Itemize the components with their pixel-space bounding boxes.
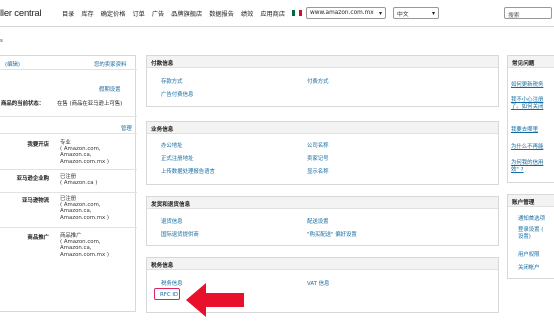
row-value-fba: 已注册 ( Amazon.com, Amazon.ca, Amazon.com.… xyxy=(60,196,109,221)
login-settings-link[interactable]: 登录设置 ( 设置) xyxy=(518,227,543,240)
return-info-link[interactable]: 退货信息 xyxy=(161,217,183,225)
account-management-title: 账户管理 xyxy=(508,195,554,207)
main-nav: 目录 库存 确定价格 订单 广告 品牌旗舰店 数据报告 绩效 应用商店 xyxy=(62,9,285,18)
chevron-down-icon: ▾ xyxy=(378,9,382,17)
nav-item-performance[interactable]: 绩效 xyxy=(241,9,253,18)
payment-info-panel: 付款信息 存款方式 付费方式 广告付费信息 xyxy=(146,55,499,107)
rfc-id-highlight xyxy=(154,288,180,300)
faq-link-why-not[interactable]: 为什么不再能 xyxy=(511,142,543,150)
shipping-returns-title: 发货和退货信息 xyxy=(147,197,498,209)
buy-shipping-preferences-link[interactable]: "购买配送" 偏好设置 xyxy=(307,230,357,238)
marketplace-select[interactable]: www.amazon.com.mx ▾ xyxy=(306,7,386,19)
faq-link-update-tax[interactable]: 如何更新税务 xyxy=(511,80,543,88)
breadcrumb: s xyxy=(0,38,3,44)
marketplace-value: www.amazon.com.mx xyxy=(310,10,374,16)
row-label-selling-plan: 我要开店 xyxy=(27,142,49,148)
row-label-fba: 亚马逊物流 xyxy=(22,198,49,204)
chevron-down-icon: ▾ xyxy=(431,9,435,17)
top-navigation-bar: ller central 目录 库存 确定价格 订单 广告 品牌旗舰店 数据报告… xyxy=(0,0,554,27)
advertising-billing-link[interactable]: 广告付费信息 xyxy=(161,90,193,98)
account-management-panel: 账户管理 通知首选项 登录设置 ( 设置) 用户权限 关闭帐户 xyxy=(507,194,554,279)
company-name-link[interactable]: 公司名称 xyxy=(307,141,329,149)
row-value-sponsored-products: 商品推广 ( Amazon.com, Amazon.ca, Amazon.com… xyxy=(60,233,109,258)
vacation-settings-link[interactable]: 假期设置 xyxy=(99,85,121,93)
vat-info-link[interactable]: VAT 信息 xyxy=(307,279,329,287)
user-permissions-link[interactable]: 用户权限 xyxy=(518,250,540,258)
arrow-annotation-icon xyxy=(186,283,244,317)
notification-preferences-link[interactable]: 通知首选项 xyxy=(518,214,545,222)
language-value: 中文 xyxy=(397,11,409,18)
nav-item-pricing[interactable]: 确定价格 xyxy=(101,9,126,18)
tax-info-link[interactable]: 税务信息 xyxy=(161,279,183,287)
mexico-flag-icon xyxy=(292,10,302,16)
upload-data-language-link[interactable]: 上传数据处理报告语言 xyxy=(161,167,215,175)
merchant-token-link[interactable]: 卖家记号 xyxy=(307,154,329,162)
listing-status-label: 商品的当前状态： xyxy=(1,101,45,107)
registered-address-link[interactable]: 正式注册地址 xyxy=(161,154,193,162)
language-select[interactable]: 中文 ▾ xyxy=(393,7,439,19)
charge-methods-link[interactable]: 付费方式 xyxy=(307,77,329,85)
nav-item-stores[interactable]: 品牌旗舰店 xyxy=(171,9,202,18)
row-label-amazon-business: 亚马逊企业购 xyxy=(16,176,49,182)
payment-info-title: 付款信息 xyxy=(147,56,498,68)
nav-item-advertising[interactable]: 广告 xyxy=(152,9,164,18)
faq-title: 常见问题 xyxy=(508,56,554,68)
shipping-settings-link[interactable]: 配送设置 xyxy=(307,217,329,225)
display-name-link[interactable]: 显示名称 xyxy=(307,167,329,175)
office-address-link[interactable]: 办公地址 xyxy=(161,141,183,149)
row-label-sponsored-products: 商品推广 xyxy=(27,235,49,241)
shipping-returns-panel: 发货和退货信息 退货信息 配送设置 国际退货提供商 "购买配送" 偏好设置 xyxy=(146,196,499,246)
faq-link-where[interactable]: 我要去哪里 xyxy=(511,125,538,133)
faq-link-credit[interactable]: 为何我的信用 效" ? xyxy=(511,160,543,173)
faq-link-close-account[interactable]: 我不小心注册 了。如何关闭 xyxy=(511,97,543,110)
business-info-panel: 业务信息 办公地址 公司名称 正式注册地址 卖家记号 上传数据处理报告语言 显示… xyxy=(146,121,499,185)
nav-item-appstore[interactable]: 应用商店 xyxy=(260,9,285,18)
row-value-amazon-business: 已注册 ( Amazon.ca ) xyxy=(60,174,98,187)
tax-info-title: 税务信息 xyxy=(147,258,498,270)
edit-link[interactable]: (编辑) xyxy=(5,60,20,68)
search-input[interactable]: 搜索 xyxy=(504,7,552,19)
nav-item-orders[interactable]: 订单 xyxy=(133,9,145,18)
nav-item-reports[interactable]: 数据报告 xyxy=(209,9,234,18)
row-value-selling-plan: 专业 ( Amazon.com, Amazon.ca, Amazon.com.m… xyxy=(60,140,109,165)
international-returns-link[interactable]: 国际退货提供商 xyxy=(161,230,199,238)
seller-central-logo[interactable]: ller central xyxy=(0,8,42,19)
seller-info-panel: (编辑) 您的卖家资料 假期设置 商品的当前状态： 在售 (商品在亚马逊上可售)… xyxy=(0,55,137,312)
deposit-methods-link[interactable]: 存款方式 xyxy=(161,77,183,85)
business-info-title: 业务信息 xyxy=(147,122,498,134)
listing-status-value: 在售 (商品在亚马逊上可售) xyxy=(57,101,123,107)
nav-item-inventory[interactable]: 库存 xyxy=(81,9,93,18)
nav-item-catalog[interactable]: 目录 xyxy=(62,9,74,18)
faq-panel: 常见问题 如何更新税务 我不小心注册 了。如何关闭 我要去哪里 为什么不再能 为… xyxy=(507,55,554,183)
seller-profile-link[interactable]: 您的卖家资料 xyxy=(94,60,126,68)
close-account-link[interactable]: 关闭帐户 xyxy=(518,263,540,271)
manage-link[interactable]: 管理 xyxy=(121,124,132,132)
